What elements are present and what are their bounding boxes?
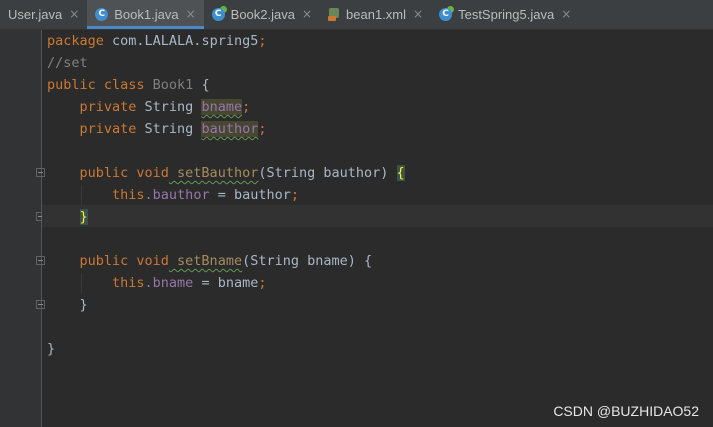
code-line: public void setBname(String bname) { — [47, 253, 373, 269]
tab-label: Book1.java — [114, 6, 179, 22]
close-icon[interactable]: × — [69, 7, 79, 21]
code-line: private String bauthor; — [47, 121, 267, 137]
code-line: this.bauthor = bauthor; — [47, 187, 299, 203]
tab-label: bean1.xml — [346, 6, 407, 22]
code-line: } — [47, 297, 88, 313]
code-line: public class Book1 { — [47, 77, 210, 93]
tab-book2-java[interactable]: C Book2.java × — [204, 0, 320, 29]
tab-bean1-xml[interactable]: bean1.xml × — [320, 0, 431, 29]
editor-tab-bar: User.java × C Book1.java × C Book2.java … — [0, 0, 713, 30]
code-line: this.bname = bname; — [47, 275, 267, 291]
tab-book1-java[interactable]: C Book1.java × — [87, 0, 205, 29]
code-line: //set — [47, 55, 88, 71]
close-icon[interactable]: × — [302, 7, 312, 21]
java-class-icon: C — [95, 7, 109, 21]
tab-label: User.java — [8, 6, 63, 22]
current-line-highlight — [42, 205, 713, 227]
code-line: } — [79, 209, 88, 225]
watermark: CSDN @BUZHIDAO52 — [553, 403, 699, 419]
close-icon[interactable]: × — [561, 7, 571, 21]
code-line: private String bname; — [47, 99, 251, 115]
tab-user-java[interactable]: User.java × — [0, 0, 87, 29]
close-icon[interactable]: × — [186, 7, 196, 21]
code-line: package com.LALALA.spring5; — [47, 33, 267, 49]
xml-file-icon — [328, 7, 340, 21]
fold-collapse-icon[interactable] — [36, 256, 45, 265]
editor-gutter[interactable] — [0, 30, 45, 427]
code-line: public void setBauthor(String bauthor) { — [47, 165, 405, 181]
code-line: } — [47, 341, 56, 357]
tab-label: TestSpring5.java — [458, 6, 555, 22]
fold-collapse-icon[interactable] — [36, 300, 45, 309]
tab-label: Book2.java — [230, 6, 295, 22]
java-class-icon: C — [211, 7, 225, 21]
java-test-class-icon: C — [439, 7, 453, 21]
tab-testspring5-java[interactable]: C TestSpring5.java × — [431, 0, 579, 29]
close-icon[interactable]: × — [413, 7, 423, 21]
fold-collapse-icon[interactable] — [36, 168, 45, 177]
